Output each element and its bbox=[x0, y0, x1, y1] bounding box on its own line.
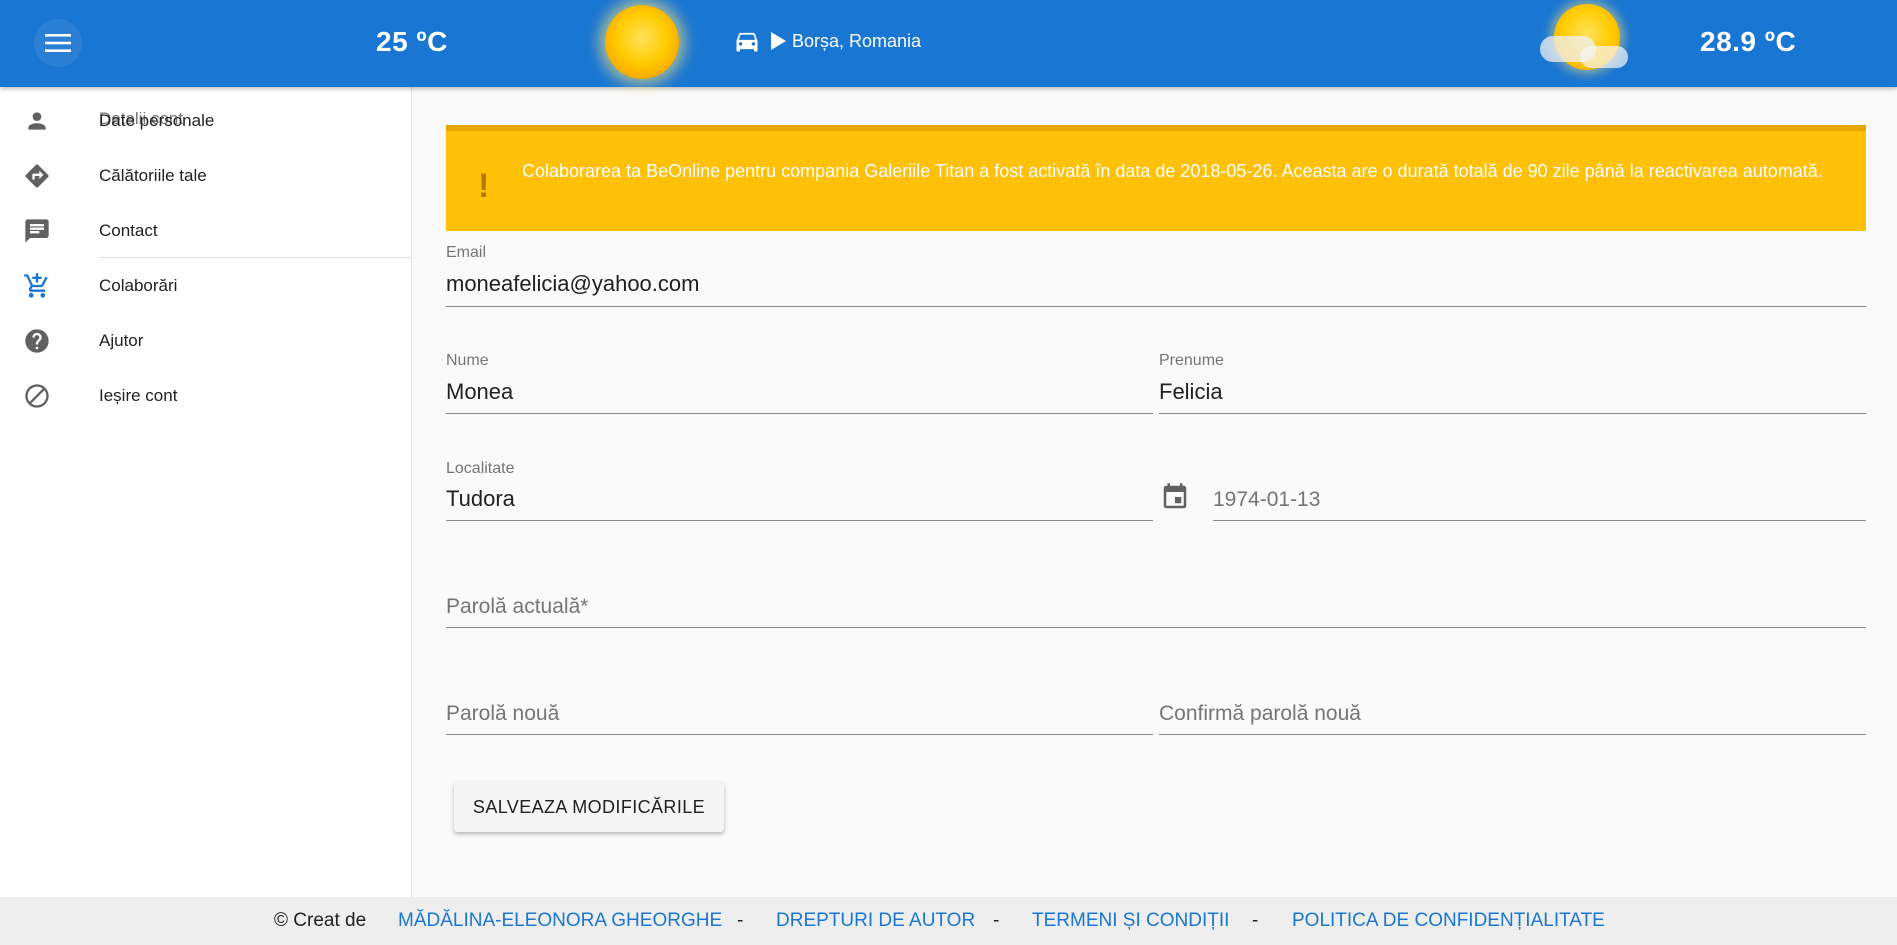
car-icon bbox=[736, 32, 758, 52]
birthdate-field[interactable]: 1974-01-13 bbox=[1213, 482, 1866, 521]
nume-field[interactable]: Nume Monea bbox=[446, 352, 1153, 414]
route-info[interactable]: Borșa, Romania bbox=[733, 27, 921, 55]
nume-label: Nume bbox=[446, 352, 489, 369]
person-icon bbox=[23, 107, 51, 135]
footer-copyright-link[interactable]: DREPTURI DE AUTOR bbox=[776, 910, 975, 932]
new-password-placeholder: Parolă nouă bbox=[446, 702, 560, 725]
help-icon bbox=[23, 327, 51, 355]
sidebar-item-ajutor[interactable]: Ajutor bbox=[0, 313, 412, 368]
alert-message: Colaborarea ta BeOnline pentru compania … bbox=[522, 161, 1823, 181]
footer-privacy-link[interactable]: POLITICA DE CONFIDENȚIALITATE bbox=[1292, 910, 1605, 932]
footer-author-link[interactable]: MĂDĂLINA-ELEONORA GHEORGHE bbox=[398, 910, 722, 932]
sun-cloud-icon bbox=[1540, 2, 1630, 80]
sidebar-item-label: Colaborări bbox=[99, 275, 178, 295]
prenume-label: Prenume bbox=[1159, 352, 1224, 369]
email-value: moneafelicia@yahoo.com bbox=[446, 271, 700, 296]
current-password-placeholder: Parolă actuală* bbox=[446, 595, 589, 618]
sun-icon bbox=[605, 5, 679, 79]
new-password-field[interactable]: Parolă nouă bbox=[446, 697, 1153, 735]
directions-icon bbox=[23, 162, 51, 190]
sidebar-item-label: Date personale bbox=[99, 110, 215, 130]
birthdate-value: 1974-01-13 bbox=[1213, 488, 1321, 511]
footer: © Creat de MĂDĂLINA-ELEONORA GHEORGHE - … bbox=[0, 897, 1897, 945]
sidebar-item-calatorii[interactable]: Călătoriile tale bbox=[0, 148, 412, 203]
play-arrow-icon bbox=[771, 32, 786, 50]
footer-separator: - bbox=[1252, 910, 1259, 931]
sidebar-item-colaborari[interactable]: Colaborări bbox=[0, 258, 412, 313]
sidebar-item-label: Călătoriile tale bbox=[99, 165, 207, 185]
sidebar: Detalii cont Date personale Călătoriile … bbox=[0, 87, 412, 897]
footer-created-by: © Creat de bbox=[274, 910, 367, 931]
prenume-value: Felicia bbox=[1159, 379, 1223, 404]
warning-icon: ! bbox=[478, 167, 490, 205]
sidebar-item-iesire[interactable]: Ieșire cont bbox=[0, 368, 412, 423]
location-label: Borșa, Romania bbox=[792, 30, 922, 51]
calendar-icon[interactable] bbox=[1160, 482, 1190, 512]
current-password-field[interactable]: Parolă actuală* bbox=[446, 590, 1866, 628]
save-button[interactable]: SALVEAZA MODIFICĂRILE bbox=[454, 782, 724, 832]
localitate-value: Tudora bbox=[446, 486, 515, 511]
sidebar-item-label: Ajutor bbox=[99, 330, 144, 350]
sidebar-item-contact[interactable]: Contact bbox=[0, 203, 412, 258]
sidebar-item-date-personale[interactable]: Date personale bbox=[0, 93, 412, 148]
sidebar-item-label: Contact bbox=[99, 220, 158, 240]
localitate-field[interactable]: Localitate Tudora bbox=[446, 460, 1153, 521]
confirm-password-placeholder: Confirmă parolă nouă bbox=[1159, 702, 1361, 725]
email-field[interactable]: Email moneafelicia@yahoo.com bbox=[446, 244, 1866, 307]
footer-terms-link[interactable]: TERMENI ȘI CONDIȚII bbox=[1032, 910, 1229, 932]
top-app-bar: 25 ºC Borșa, Romania 28.9 ºC bbox=[0, 0, 1897, 87]
add-cart-icon bbox=[23, 272, 51, 300]
collaboration-alert: ! Colaborarea ta BeOnline pentru compani… bbox=[446, 125, 1866, 231]
email-label: Email bbox=[446, 244, 487, 261]
menu-icon[interactable] bbox=[34, 19, 82, 67]
destination-temperature: 28.9 ºC bbox=[1700, 26, 1797, 57]
block-icon bbox=[23, 382, 51, 410]
localitate-label: Localitate bbox=[446, 460, 515, 477]
current-temperature: 25 ºC bbox=[376, 26, 448, 57]
sidebar-item-label: Ieșire cont bbox=[99, 385, 178, 405]
footer-separator: - bbox=[737, 910, 744, 931]
nume-value: Monea bbox=[446, 379, 514, 404]
confirm-password-field[interactable]: Confirmă parolă nouă bbox=[1159, 697, 1866, 735]
footer-separator: - bbox=[993, 910, 1000, 931]
chat-icon bbox=[23, 217, 51, 245]
prenume-field[interactable]: Prenume Felicia bbox=[1159, 352, 1866, 414]
